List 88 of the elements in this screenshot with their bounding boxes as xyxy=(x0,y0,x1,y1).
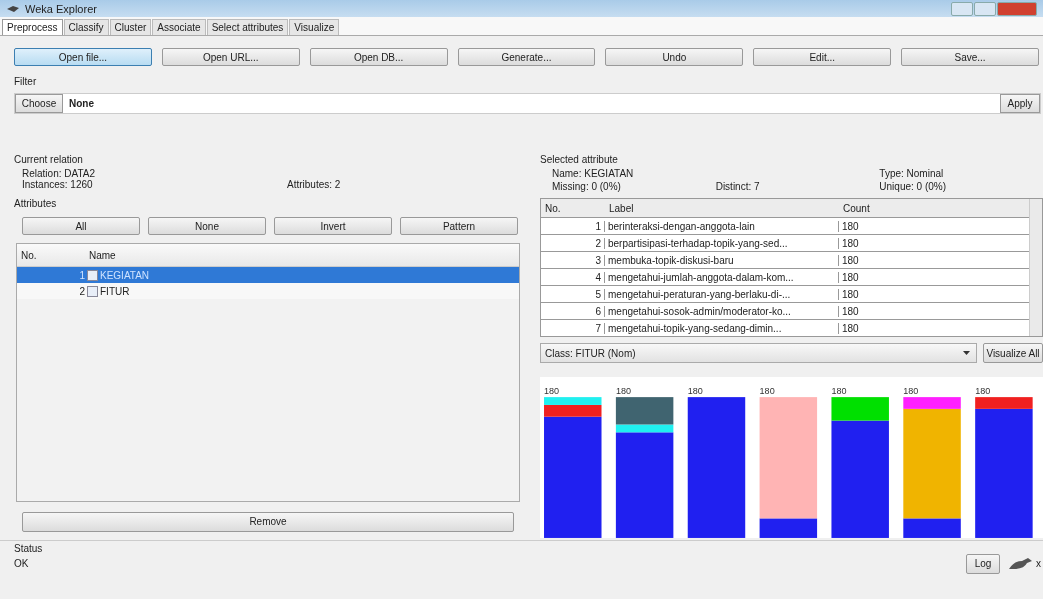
caret-icon xyxy=(963,351,970,355)
attribute-type-text: Type: Nominal xyxy=(879,168,945,179)
table-cell-text: 180 xyxy=(841,220,859,232)
missing-text: Missing: 0 (0%) xyxy=(552,181,622,192)
section-label: Selected attribute xyxy=(540,154,619,165)
attribute-select-button[interactable]: Pattern xyxy=(400,217,518,235)
table-cell-text: 5 xyxy=(594,288,602,300)
bar-count-label: 180 xyxy=(903,386,919,397)
table-cell: FITUR xyxy=(100,285,130,297)
filter-field[interactable]: Choose None Apply xyxy=(14,93,1041,114)
visualize-all-button[interactable]: Visualize All xyxy=(983,343,1043,363)
column-header: No. xyxy=(20,249,38,261)
table-cell-text: 7 xyxy=(594,322,602,334)
app-icon xyxy=(6,4,20,13)
bar-count-label: 180 xyxy=(544,386,560,397)
class-dropdown[interactable]: Class: FITUR (Nom) xyxy=(540,343,977,363)
table-cell-text: 180 xyxy=(841,271,859,283)
attribute-select-button[interactable]: None xyxy=(148,217,266,235)
toolbar-button[interactable]: Open file... xyxy=(14,48,152,66)
table-cell: berpartisipasi-terhadap-topik-yang-sed... xyxy=(604,237,839,249)
tab[interactable]: Classify xyxy=(63,19,109,35)
bar-count-label: 180 xyxy=(975,386,991,397)
table-cell: mengetahui-jumlah-anggota-dalam-kom... xyxy=(604,271,839,283)
attribute-name-text: Name: KEGIATAN xyxy=(552,168,635,179)
table-cell: mengetahui-sosok-admin/moderator-ko... xyxy=(604,305,839,317)
table-cell-text: 1 xyxy=(594,220,602,232)
table-cell-text: 180 xyxy=(841,254,859,266)
table-cell: KEGIATAN xyxy=(100,269,150,281)
status-message: OK xyxy=(14,558,29,570)
minimize-button[interactable] xyxy=(951,1,973,16)
tab[interactable]: Cluster xyxy=(109,19,152,35)
attributes-count-text: Attributes: 2 xyxy=(287,179,341,190)
unique-text: Unique: 0 (0%) xyxy=(879,181,948,192)
toolbar-button[interactable]: Generate... xyxy=(457,48,596,66)
section-label: Filter xyxy=(13,76,38,87)
table-cell-text: 180 xyxy=(841,288,859,300)
bar-count-label: 180 xyxy=(759,386,775,397)
table-cell-text: 1 xyxy=(78,269,85,281)
attribute-row[interactable]: 2 FITUR xyxy=(17,283,519,299)
log-button[interactable]: Log xyxy=(966,553,1000,574)
bar-count-label: 180 xyxy=(615,386,631,397)
table-cell-text: 4 xyxy=(594,271,602,283)
remove-button[interactable]: Remove xyxy=(22,511,514,532)
maximize-button[interactable] xyxy=(974,1,996,16)
checkbox[interactable] xyxy=(87,285,98,297)
tab[interactable]: Visualize xyxy=(289,19,340,35)
toolbar-button[interactable]: Undo xyxy=(605,48,744,66)
attribute-select-button[interactable]: All xyxy=(22,217,140,235)
section-label: Attributes xyxy=(14,198,58,209)
distinct-text: Distinct: 7 xyxy=(715,181,761,192)
toolbar-button[interactable]: Save... xyxy=(901,48,1039,66)
bird-icon xyxy=(1008,556,1034,571)
table-cell: mengetahui-topik-yang-sedang-dimin... xyxy=(604,322,839,334)
column-header: Count xyxy=(842,202,870,214)
scrollbar[interactable] xyxy=(1029,199,1042,336)
checkbox[interactable] xyxy=(87,269,98,281)
apply-button[interactable]: Apply xyxy=(1000,94,1040,113)
tab[interactable]: Preprocess xyxy=(2,19,63,35)
bar-count-label: 180 xyxy=(687,386,703,397)
task-count: x xyxy=(1036,558,1041,570)
toolbar-button[interactable]: Edit... xyxy=(753,48,892,66)
table-cell-text: 2 xyxy=(78,285,85,297)
table-cell-text: 180 xyxy=(841,305,859,317)
toolbar-button[interactable]: Open DB... xyxy=(309,48,448,66)
attribute-select-button[interactable]: Invert xyxy=(274,217,392,235)
table-cell-text: 180 xyxy=(841,322,859,334)
relation-text: Relation: DATA2 xyxy=(22,168,95,179)
table-cell-text: 6 xyxy=(594,305,602,317)
bar-count-label: 180 xyxy=(831,386,847,397)
tab[interactable]: Associate xyxy=(152,19,206,35)
table-cell: membuka-topik-diskusi-baru xyxy=(604,254,839,266)
table-cell-text: 3 xyxy=(594,254,602,266)
column-header: No. xyxy=(544,202,562,214)
window-title: Weka Explorer xyxy=(25,2,97,15)
table-cell: mengetahui-peraturan-yang-berlaku-di-... xyxy=(604,288,839,300)
column-header: Label xyxy=(608,202,635,214)
table-cell: berinteraksi-dengan-anggota-lain xyxy=(604,220,839,232)
section-label: Current relation xyxy=(14,154,84,165)
filter-value: None xyxy=(68,97,95,111)
column-header: Name xyxy=(88,249,116,261)
table-cell-text: 2 xyxy=(594,237,602,249)
toolbar-button[interactable]: Open URL... xyxy=(161,48,300,66)
close-button[interactable] xyxy=(997,1,1037,16)
choose-button[interactable]: Choose xyxy=(15,94,63,113)
table-cell-text: 180 xyxy=(841,237,859,249)
section-label: Status xyxy=(14,542,44,554)
tab[interactable]: Select attributes xyxy=(206,19,289,35)
instances-text: Instances: 1260 xyxy=(22,179,94,190)
